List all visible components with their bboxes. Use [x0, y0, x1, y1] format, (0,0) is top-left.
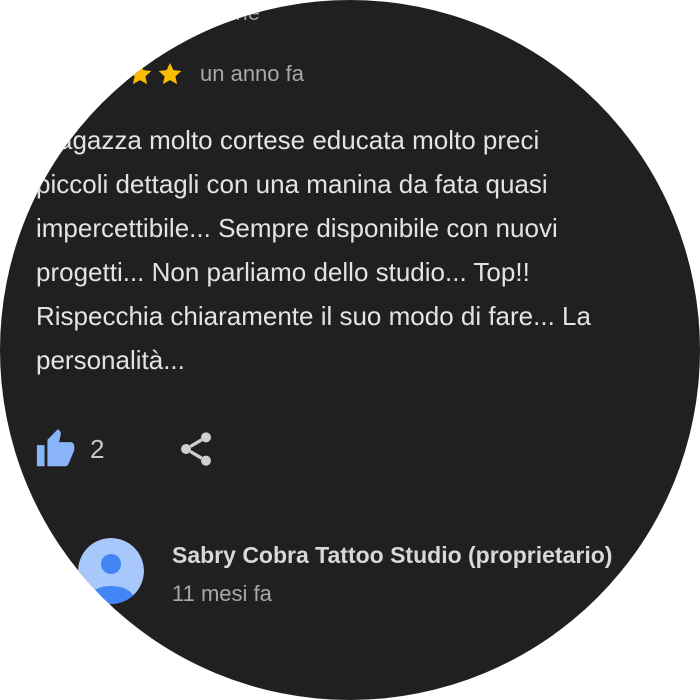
review-text-line: impercettibile... Sempre disponibile con… — [36, 213, 558, 243]
owner-reply-time: 11 mesi fa — [172, 581, 272, 606]
star-rating — [126, 60, 184, 88]
share-icon — [181, 432, 212, 466]
review-text-line: progetti... Non parliamo dello studio...… — [36, 257, 530, 287]
like-count: 2 — [90, 433, 105, 464]
watch-screen: ...ione un anno fa agazza molto cortese … — [0, 0, 700, 700]
review-text: agazza molto cortese educata molto preci… — [36, 118, 700, 382]
owner-name: Sabry Cobra Tattoo Studio (proprietario) — [172, 542, 613, 568]
reviewer-meta: ...ione — [200, 0, 260, 25]
review-actions: 2 — [34, 424, 216, 474]
review-time: un anno fa — [200, 61, 304, 86]
owner-reply: Sabry Cobra Tattoo Studio (proprietario)… — [78, 538, 612, 607]
share-button[interactable] — [176, 429, 216, 469]
review-text-line: Rispecchia chiaramente il suo modo di fa… — [36, 301, 591, 331]
review-text-line: personalità... — [36, 345, 185, 375]
default-avatar-icon — [78, 538, 144, 604]
like-button[interactable]: 2 — [34, 426, 104, 472]
star-icon — [158, 62, 182, 85]
thumbs-up-icon — [36, 429, 75, 467]
owner-info: Sabry Cobra Tattoo Studio (proprietario)… — [172, 542, 612, 607]
review-text-line: piccoli dettagli con una manina da fata … — [36, 169, 548, 199]
star-icon — [128, 62, 152, 85]
rating-row: un anno fa — [126, 58, 304, 90]
review-text-line: agazza molto cortese educata molto preci — [58, 125, 540, 155]
